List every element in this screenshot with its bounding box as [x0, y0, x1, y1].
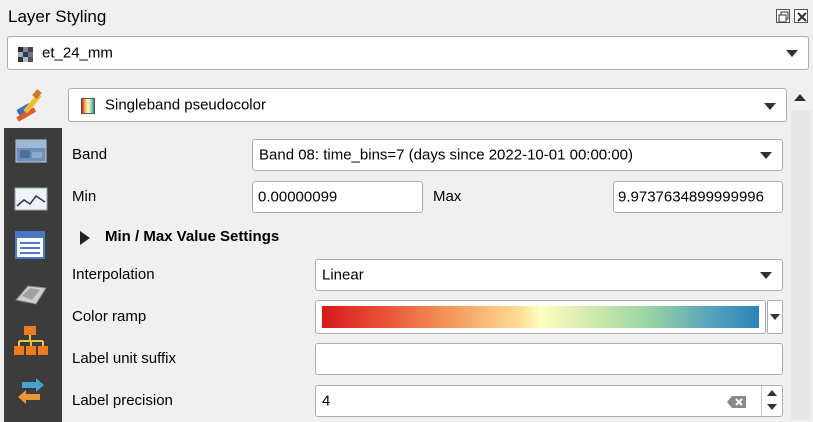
- renderer-select-value: Singleband pseudocolor: [105, 96, 266, 114]
- raster-layer-icon: [18, 47, 33, 62]
- min-input[interactable]: 0.00000099: [252, 181, 423, 213]
- float-icon: [778, 11, 789, 23]
- float-panel-button[interactable]: [776, 9, 790, 23]
- chevron-down-icon: [760, 152, 772, 159]
- interpolation-label: Interpolation: [72, 266, 155, 283]
- chevron-down-icon: [786, 50, 798, 57]
- color-ramp-preview: [322, 306, 759, 328]
- chevron-down-icon: [760, 272, 772, 279]
- max-input-value: 9.9737634899999996: [618, 188, 764, 206]
- vertical-scrollbar[interactable]: [789, 88, 813, 422]
- panel-title: Layer Styling: [8, 7, 107, 26]
- band-label: Band: [72, 146, 108, 163]
- min-input-value: 0.00000099: [258, 188, 338, 206]
- layer-tree-icon: [14, 326, 48, 355]
- histogram-icon: [14, 187, 48, 211]
- max-label: Max: [433, 188, 462, 205]
- chevron-down-icon: [764, 103, 776, 110]
- paintbrush-icon: [16, 89, 42, 122]
- scroll-up-icon[interactable]: [794, 94, 806, 101]
- symbology-icon: [15, 139, 47, 163]
- close-icon: [797, 12, 807, 22]
- panel-titlebar: Layer Styling: [0, 0, 813, 34]
- spin-buttons[interactable]: [761, 386, 783, 416]
- layer-select-value: et_24_mm: [42, 44, 113, 62]
- label-precision-label: Label precision: [72, 392, 173, 409]
- spin-down-icon[interactable]: [767, 404, 777, 410]
- spin-up-icon[interactable]: [767, 390, 777, 396]
- band-select-value: Band 08: time_bins=7 (days since 2022-10…: [259, 146, 633, 164]
- sidebar-item-histogram[interactable]: [12, 182, 52, 216]
- color-ramp-button[interactable]: [315, 300, 766, 334]
- band-select[interactable]: Band 08: time_bins=7 (days since 2022-10…: [252, 139, 783, 171]
- color-ramp-dropdown-button[interactable]: [767, 300, 783, 334]
- close-panel-button[interactable]: [794, 9, 808, 23]
- expand-arrow-icon: [80, 231, 90, 245]
- sidebar-item-metadata[interactable]: [12, 228, 52, 262]
- style-tab[interactable]: [12, 88, 52, 122]
- minmax-section-header[interactable]: Min / Max Value Settings: [78, 228, 378, 250]
- scroll-thumb[interactable]: [791, 110, 811, 420]
- metadata-icon: [15, 231, 45, 259]
- sidebar-item-layer-tree[interactable]: [12, 324, 52, 358]
- clear-icon[interactable]: [726, 394, 748, 410]
- minmax-section-title: Min / Max Value Settings: [105, 228, 280, 245]
- sidebar-item-3d-view[interactable]: [12, 276, 52, 310]
- renderer-select[interactable]: Singleband pseudocolor: [68, 88, 787, 122]
- max-input[interactable]: 9.9737634899999996: [613, 181, 783, 213]
- label-unit-suffix-input[interactable]: [315, 343, 783, 375]
- pseudocolor-icon: [81, 98, 95, 114]
- 3d-view-icon: [15, 285, 47, 305]
- chevron-down-icon: [770, 314, 780, 320]
- interpolation-select[interactable]: Linear: [315, 259, 783, 291]
- min-label: Min: [72, 188, 97, 205]
- history-icon: [18, 378, 44, 404]
- label-precision-spinbox[interactable]: 4: [315, 385, 783, 417]
- sidebar-item-symbology[interactable]: [12, 136, 52, 170]
- interpolation-select-value: Linear: [322, 266, 364, 284]
- sidebar-item-history[interactable]: [12, 374, 52, 408]
- color-ramp-label: Color ramp: [72, 308, 147, 325]
- label-precision-value: 4: [322, 392, 331, 410]
- layer-select[interactable]: et_24_mm: [7, 36, 809, 70]
- label-unit-suffix-label: Label unit suffix: [72, 350, 176, 367]
